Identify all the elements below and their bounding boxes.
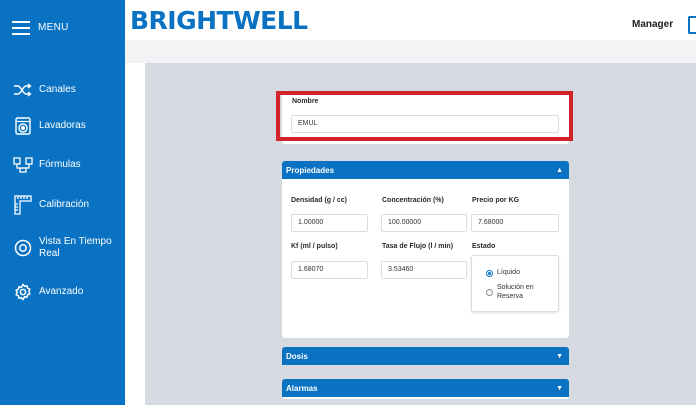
sidebar-item-canales[interactable]: Canales [0,80,125,100]
density-label: Densidad (g / cc) [291,197,348,204]
density-input[interactable]: 1.00000 [291,214,368,232]
flow-rate-input[interactable]: 3.53460 [381,261,467,279]
price-input[interactable]: 7.68000 [471,214,559,232]
alarmas-title: Alarmas [286,383,318,393]
dosis-panel: Dosis ▼ [282,347,569,365]
chevron-up-icon: ▲ [556,166,563,174]
menu-label: MENU [38,22,69,33]
brand-logo: BRIGHTWELL [130,6,308,35]
sidebar-item-vista-en-tiempo-real[interactable]: Vista En Tiempo Real [0,236,125,260]
radio-selected-icon[interactable] [486,270,493,277]
price-label: Precio por KG [472,197,520,204]
dosis-title: Dosis [286,351,308,361]
state-option-liquido[interactable]: Líquido [486,268,520,277]
gear-icon [13,282,33,302]
sidebar-item-label: Avanzado [39,286,84,297]
radio-unselected-icon[interactable] [486,289,493,296]
sidebar-item-calibracion[interactable]: Calibración [0,194,125,216]
sidebar: MENU Canales Lavadoras Fórmulas Calibrac… [0,0,125,405]
sidebar-item-lavadoras[interactable]: Lavadoras [0,116,125,136]
state-option-solucion[interactable]: Solución en Reserva [486,283,547,301]
user-role-label: Manager [632,19,674,30]
sidebar-item-label: Vista En Tiempo Real [39,236,112,259]
header-band [125,40,696,63]
app-root: MENU Canales Lavadoras Fórmulas Calibrac… [0,0,696,405]
sidebar-item-label: Canales [39,84,76,95]
chevron-down-icon: ▼ [556,384,563,392]
sidebar-item-avanzado[interactable]: Avanzado [0,282,125,302]
concentration-label: Concentración (%) [382,197,444,204]
properties-panel-header[interactable]: Propiedades ▲ [282,161,569,179]
alarmas-panel-header[interactable]: Alarmas ▼ [282,379,569,397]
shuffle-icon [13,80,33,100]
eye-icon [13,238,33,258]
properties-title: Propiedades [286,165,335,175]
sidebar-item-label: Calibración [39,199,90,210]
washing-machine-icon [13,116,33,136]
formula-icon [13,155,33,175]
state-option-label: Solución en Reserva [497,284,534,300]
flow-rate-label: Tasa de Flujo (l / min) [382,243,454,250]
ruler-icon [13,195,33,215]
alarmas-panel: Alarmas ▼ [282,379,569,399]
concentration-input[interactable]: 100.00000 [381,214,467,232]
hamburger-icon [12,20,30,35]
dosis-panel-header[interactable]: Dosis ▼ [282,347,569,365]
kf-input[interactable]: 1.68070 [291,261,368,279]
top-header: BRIGHTWELL Manager [125,0,696,40]
logout-icon[interactable] [688,16,696,34]
state-radio-group: Líquido Solución en Reserva [471,255,559,312]
state-label: Estado [472,243,496,250]
sidebar-item-label: Lavadoras [39,120,86,131]
state-option-label: Líquido [497,269,520,276]
kf-label: Kf (ml / pulso) [291,243,338,250]
chevron-down-icon: ▼ [556,352,563,360]
sidebar-item-label: Fórmulas [39,159,81,170]
highlight-box [276,91,573,141]
menu-toggle[interactable]: MENU [0,0,125,55]
sidebar-item-formulas[interactable]: Fórmulas [0,155,125,175]
